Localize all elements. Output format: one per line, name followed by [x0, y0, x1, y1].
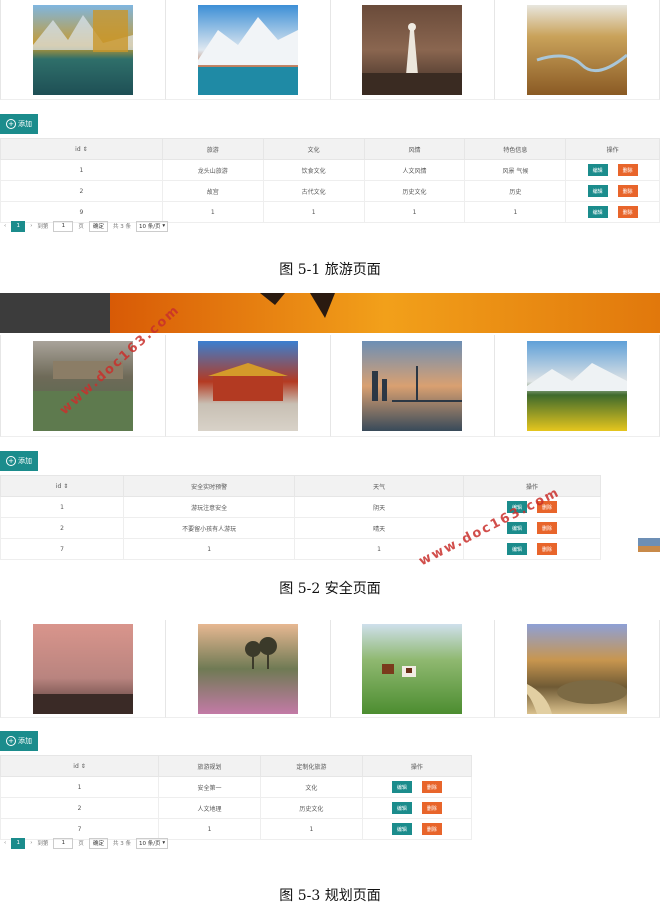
- safety-photo-cell: [330, 335, 496, 437]
- planning-pagination: ‹ 1 › 到第 1 页 确定 共 3 条 10 条/页 ▾: [4, 836, 169, 850]
- banner-image: [0, 293, 660, 333]
- snow-mountain-flowers-photo: [527, 340, 628, 431]
- column-header: 天气: [294, 475, 465, 497]
- edit-button[interactable]: 编辑: [587, 206, 608, 218]
- safety-photo-cell: [495, 335, 660, 437]
- figure-caption-2: 图 5-2 安全页面: [279, 581, 381, 597]
- tourism-photo-cell: [495, 0, 660, 100]
- lake-forest-mountain-photo: [32, 4, 133, 95]
- delete-button[interactable]: 删除: [617, 164, 638, 176]
- delete-button[interactable]: 删除: [617, 185, 638, 197]
- planning-add-button[interactable]: + 添加: [0, 731, 38, 751]
- pink-sky-valley-photo: [32, 623, 133, 714]
- column-header: 旅游: [161, 138, 264, 160]
- figure-caption-3: 图 5-3 规划页面: [279, 888, 381, 904]
- goto-page-input[interactable]: 1: [53, 837, 74, 849]
- planning-photo-cell: [495, 620, 660, 718]
- page-button[interactable]: 1: [11, 220, 26, 232]
- safety-photo-cell: [165, 335, 331, 437]
- total-count: 共 3 条: [112, 841, 131, 847]
- next-page-icon[interactable]: ›: [30, 223, 32, 229]
- tourism-photo-cell: [165, 0, 331, 100]
- table-row: 1 安全第一 文化 编辑 删除: [0, 776, 473, 798]
- column-header: 特色信息: [464, 138, 567, 160]
- plus-icon: +: [6, 456, 16, 466]
- delete-button[interactable]: 删除: [421, 823, 442, 835]
- column-header: 文化: [262, 138, 365, 160]
- edit-button[interactable]: 编辑: [587, 164, 608, 176]
- tourism-pagination: ‹ 1 › 到第 1 页 确定 共 3 条 10 条/页 ▾: [4, 219, 169, 233]
- plus-icon: +: [6, 119, 16, 129]
- page-button[interactable]: 1: [11, 837, 26, 849]
- prev-page-icon[interactable]: ‹: [4, 223, 6, 229]
- planning-photo-cell: [165, 620, 331, 718]
- table-row: 2 故宫 古代文化 历史文化 历史 编辑 删除: [0, 180, 660, 202]
- white-pagoda-photo: [362, 4, 463, 95]
- sort-icon[interactable]: ⇕: [81, 763, 86, 770]
- table-row: 7 1 1 编辑 删除: [0, 538, 601, 560]
- tourism-table: id ⇕ 旅游 文化 风情 特色信息 操作 1 龙头山旅游 饮食文化 人文风情 …: [0, 138, 660, 223]
- tourism-add-button[interactable]: + 添加: [0, 114, 38, 134]
- column-header[interactable]: id ⇕: [0, 475, 125, 497]
- chevron-down-icon: ▾: [162, 840, 166, 846]
- edit-button[interactable]: 编辑: [391, 781, 412, 793]
- delete-button[interactable]: 删除: [537, 543, 558, 555]
- page-size-select[interactable]: 10 条/页 ▾: [135, 220, 169, 232]
- edit-button[interactable]: 编辑: [391, 802, 412, 814]
- total-count: 共 3 条: [112, 224, 131, 230]
- delete-button[interactable]: 删除: [617, 206, 638, 218]
- delete-button[interactable]: 删除: [537, 522, 558, 534]
- snow-mountain-river-photo: [197, 4, 298, 95]
- sort-icon[interactable]: ⇕: [83, 146, 88, 153]
- tourism-photo-cell: [330, 0, 496, 100]
- delete-button[interactable]: 删除: [421, 802, 442, 814]
- delete-button[interactable]: 删除: [421, 781, 442, 793]
- thumbnail-photo: [638, 538, 660, 552]
- figure-caption-1: 图 5-1 旅游页面: [279, 262, 381, 278]
- next-page-icon[interactable]: ›: [30, 840, 32, 846]
- edit-button[interactable]: 编辑: [507, 543, 528, 555]
- edit-button[interactable]: 编辑: [587, 185, 608, 197]
- safety-add-button[interactable]: + 添加: [0, 451, 38, 471]
- table-row: 1 龙头山旅游 饮食文化 人文风情 风景 气候 编辑 删除: [0, 159, 660, 181]
- chevron-down-icon: ▾: [162, 223, 166, 229]
- sort-icon[interactable]: ⇕: [63, 483, 68, 490]
- planning-table: id ⇕ 旅游规划 定制化旅游 操作 1 安全第一 文化 编辑 删除 2 人文地理…: [0, 755, 473, 840]
- autumn-wetland-photo: [527, 4, 628, 95]
- column-header: 定制化旅游: [259, 755, 363, 777]
- flower-field-trees-photo: [197, 623, 298, 714]
- city-bridge-sunset-photo: [362, 340, 463, 431]
- column-header: 操作: [361, 755, 473, 777]
- column-header[interactable]: id ⇕: [0, 755, 160, 777]
- desert-lake-boardwalk-photo: [527, 623, 628, 714]
- confirm-button[interactable]: 确定: [88, 220, 108, 232]
- edit-button[interactable]: 编辑: [391, 823, 412, 835]
- goto-page-input[interactable]: 1: [53, 220, 74, 232]
- planning-photo-cell: [330, 620, 496, 718]
- confirm-button[interactable]: 确定: [88, 837, 108, 849]
- column-header[interactable]: id ⇕: [0, 138, 163, 160]
- planning-photo-row: [0, 620, 660, 718]
- prev-page-icon[interactable]: ‹: [4, 840, 6, 846]
- column-header: 安全实时预警: [123, 475, 296, 497]
- table-row: 2 人文地理 历史文化 编辑 删除: [0, 797, 473, 819]
- horses-grassland-photo: [362, 623, 463, 714]
- column-header: 风情: [363, 138, 466, 160]
- page-size-select[interactable]: 10 条/页 ▾: [135, 837, 169, 849]
- tourism-photo-row: [0, 0, 660, 100]
- column-header: 旅游规划: [158, 755, 261, 777]
- column-header: 操作: [565, 138, 660, 160]
- red-gate-temple-photo: [197, 340, 298, 431]
- plus-icon: +: [6, 736, 16, 746]
- planning-photo-cell: [0, 620, 166, 718]
- column-header: 操作: [463, 475, 601, 497]
- tourism-photo-cell: [0, 0, 166, 100]
